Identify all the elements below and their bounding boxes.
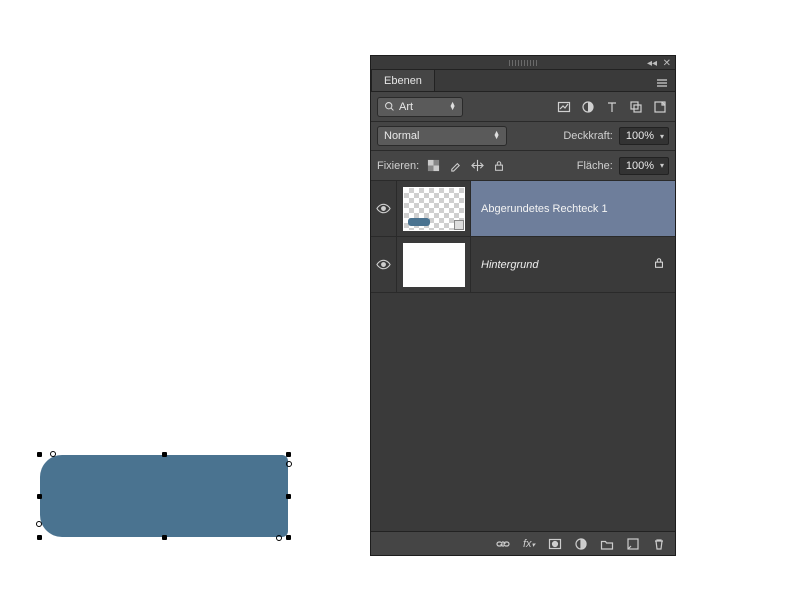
blend-mode-value: Normal (384, 130, 419, 142)
lock-row: Fixieren: Fläche: 100% ▾ (371, 151, 675, 181)
chevron-down-icon: ▾ (660, 161, 664, 170)
fill-value: 100% (626, 160, 654, 172)
new-group-icon[interactable] (599, 536, 615, 552)
panel-tabs: Ebenen (371, 70, 675, 92)
blend-row: Normal ▲▼ Deckkraft: 100% ▾ (371, 122, 675, 151)
visibility-toggle[interactable] (371, 181, 397, 236)
close-icon[interactable]: ✕ (663, 58, 671, 69)
layer-row[interactable]: Abgerundetes Rechteck 1 (371, 181, 675, 237)
layer-thumbnail[interactable] (403, 243, 465, 287)
layer-row[interactable]: Hintergrund (371, 237, 675, 293)
chevron-updown-icon: ▲▼ (449, 103, 456, 111)
lock-all-icon[interactable] (491, 158, 507, 174)
corner-radius-handle-br[interactable] (276, 535, 282, 541)
handle-bl[interactable] (37, 535, 42, 540)
layer-name[interactable]: Abgerundetes Rechteck 1 (481, 203, 608, 215)
handle-bc[interactable] (162, 535, 167, 540)
filter-pixel-icon[interactable] (555, 98, 573, 116)
handle-br[interactable] (286, 535, 291, 540)
layers-list: Abgerundetes Rechteck 1 Hintergrund (371, 181, 675, 531)
blend-mode-select[interactable]: Normal ▲▼ (377, 126, 507, 146)
lock-pixels-icon[interactable] (447, 158, 463, 174)
chevron-down-icon: ▾ (660, 132, 664, 141)
handle-ml[interactable] (37, 494, 42, 499)
new-layer-icon[interactable] (625, 536, 641, 552)
handle-tl[interactable] (37, 452, 42, 457)
filter-kind-label: Art (399, 101, 413, 113)
canvas-rounded-rectangle[interactable] (40, 455, 288, 537)
handle-tc[interactable] (162, 452, 167, 457)
corner-radius-handle-tr[interactable] (286, 461, 292, 467)
lock-label: Fixieren: (377, 160, 419, 172)
lock-icon[interactable] (653, 257, 665, 272)
opacity-value: 100% (626, 130, 654, 142)
filter-row: Art ▲▼ (371, 92, 675, 122)
layer-thumbnail[interactable] (403, 187, 465, 231)
filter-shape-icon[interactable] (627, 98, 645, 116)
opacity-label: Deckkraft: (563, 130, 613, 142)
corner-radius-handle-bl[interactable] (36, 521, 42, 527)
lock-position-icon[interactable] (469, 158, 485, 174)
filter-type-icon[interactable] (603, 98, 621, 116)
layers-panel: ◂◂ ✕ Ebenen Art ▲▼ Normal ▲▼ Deckkraft: (370, 55, 676, 556)
layer-style-icon[interactable]: fx▾ (521, 536, 537, 552)
adjustment-layer-icon[interactable] (573, 536, 589, 552)
panel-menu-icon[interactable] (653, 74, 671, 92)
chevron-updown-icon: ▲▼ (493, 132, 500, 140)
handle-mr[interactable] (286, 494, 291, 499)
corner-radius-handle-tl[interactable] (50, 451, 56, 457)
filter-kind-select[interactable]: Art ▲▼ (377, 97, 463, 117)
filter-smartobject-icon[interactable] (651, 98, 669, 116)
lock-transparency-icon[interactable] (425, 158, 441, 174)
shape-badge-icon (454, 220, 464, 230)
panel-titlebar[interactable]: ◂◂ ✕ (371, 56, 675, 70)
delete-layer-icon[interactable] (651, 536, 667, 552)
fill-input[interactable]: 100% ▾ (619, 157, 669, 175)
fill-label: Fläche: (577, 160, 613, 172)
opacity-input[interactable]: 100% ▾ (619, 127, 669, 145)
visibility-toggle[interactable] (371, 237, 397, 292)
layer-mask-icon[interactable] (547, 536, 563, 552)
layer-name[interactable]: Hintergrund (481, 259, 538, 271)
tab-layers[interactable]: Ebenen (371, 69, 435, 91)
handle-tr[interactable] (286, 452, 291, 457)
link-layers-icon[interactable] (495, 536, 511, 552)
collapse-icon[interactable]: ◂◂ (647, 58, 657, 69)
filter-adjustment-icon[interactable] (579, 98, 597, 116)
panel-footer: fx▾ (371, 531, 675, 555)
panel-grip-icon (509, 60, 537, 66)
